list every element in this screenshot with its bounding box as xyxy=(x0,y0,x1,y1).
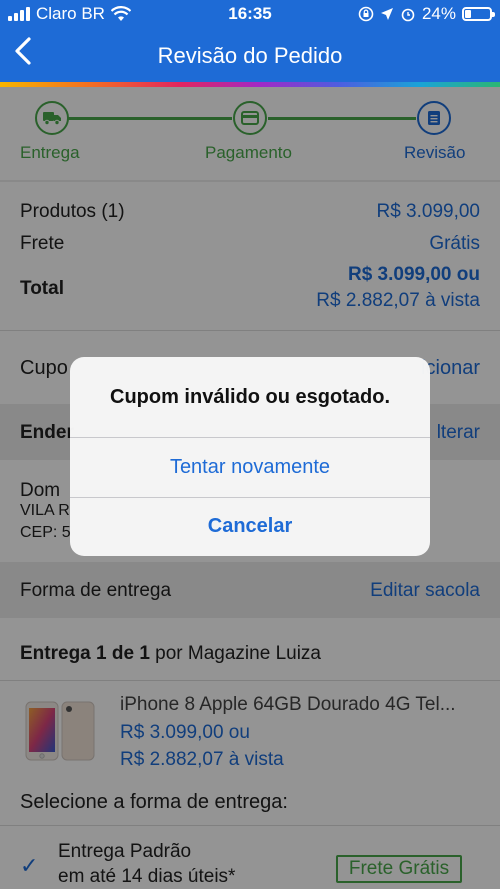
battery-percent: 24% xyxy=(421,4,456,23)
location-icon xyxy=(380,8,393,20)
alert-message: Cupom inválido ou esgotado. xyxy=(110,386,390,408)
status-bar: Claro BR 16:35 24% xyxy=(0,0,500,28)
alert-divider xyxy=(70,497,430,498)
alert-divider xyxy=(70,437,430,438)
retry-button[interactable]: Tentar novamente xyxy=(70,456,430,479)
alarm-icon xyxy=(401,8,415,22)
cancel-button[interactable]: Cancelar xyxy=(70,515,430,538)
alert-dialog: Cupom inválido ou esgotado. Tentar novam… xyxy=(70,357,430,556)
page-title: Revisão do Pedido xyxy=(157,43,343,68)
nav-bar: Revisão do Pedido xyxy=(0,28,500,82)
lock-rotation-icon xyxy=(358,6,374,22)
battery-icon xyxy=(462,7,495,21)
